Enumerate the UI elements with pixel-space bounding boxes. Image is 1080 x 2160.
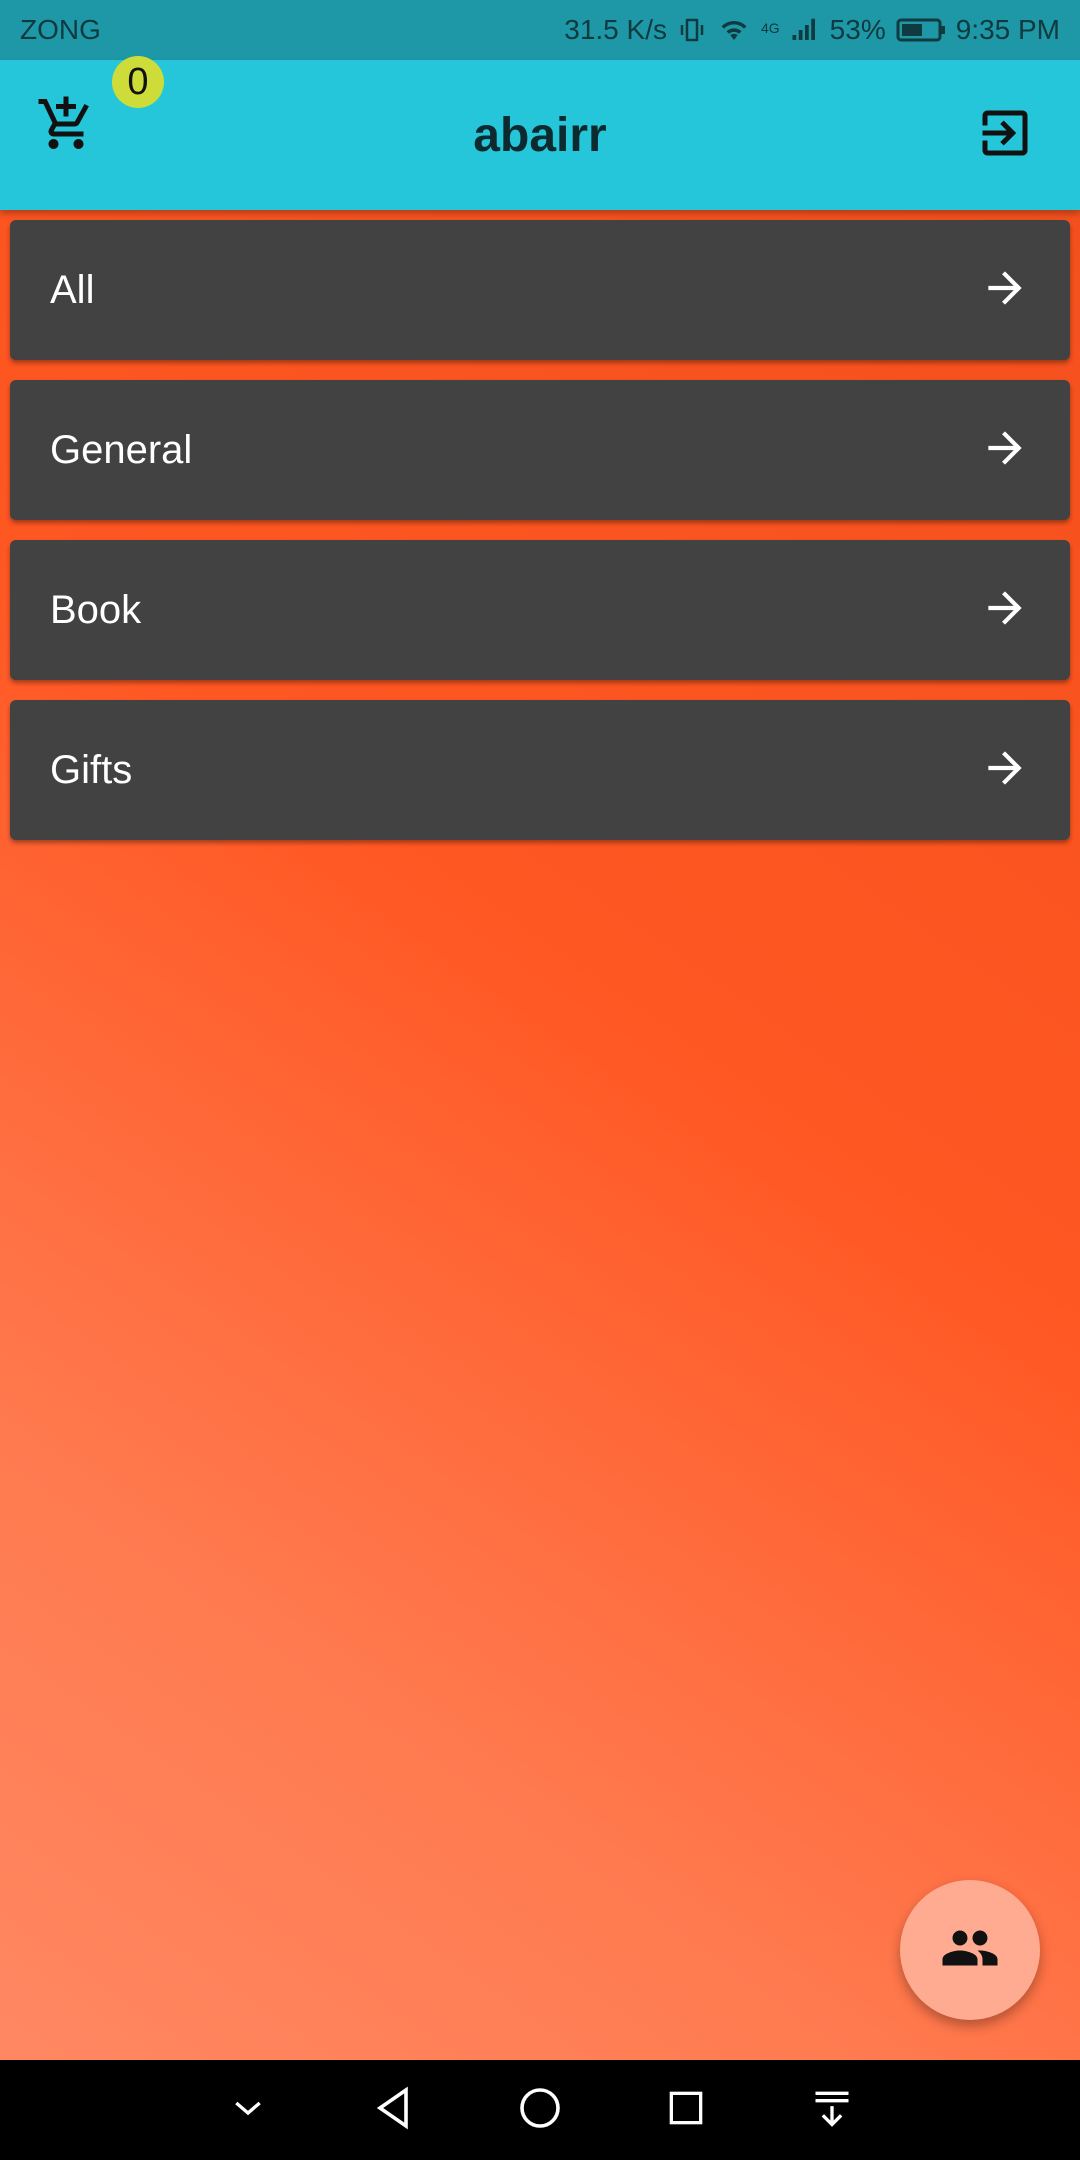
status-icons: 31.5 K/s 4G 53% 9:35 PM <box>564 14 1060 46</box>
people-icon <box>940 1918 1000 1983</box>
page-title: abairr <box>473 108 607 162</box>
notification-pull-button[interactable] <box>802 2080 862 2140</box>
back-icon <box>370 2084 418 2137</box>
back-button[interactable] <box>364 2080 424 2140</box>
network-type: 4G <box>760 20 780 36</box>
home-icon <box>516 2084 564 2137</box>
arrow-right-icon <box>980 583 1030 638</box>
collapse-button[interactable] <box>218 2080 278 2140</box>
category-list: All General Book Gifts <box>10 220 1070 860</box>
arrow-right-icon <box>980 423 1030 478</box>
people-fab-button[interactable] <box>900 1880 1040 2020</box>
category-label: Book <box>50 587 142 632</box>
battery-percent: 53% <box>829 14 886 45</box>
category-label: Gifts <box>50 747 133 792</box>
system-nav-bar <box>0 2060 1080 2160</box>
category-item-book[interactable]: Book <box>10 540 1070 680</box>
logout-button[interactable] <box>970 100 1040 170</box>
category-item-general[interactable]: General <box>10 380 1070 520</box>
recents-icon <box>664 2086 708 2135</box>
vibrate-icon <box>677 15 707 45</box>
signal-icon <box>790 15 820 45</box>
home-button[interactable] <box>510 2080 570 2140</box>
battery-icon <box>896 16 946 44</box>
arrow-right-icon <box>980 263 1030 318</box>
status-bar: ZONG 31.5 K/s 4G 53% 9:35 PM <box>0 0 1080 60</box>
recents-button[interactable] <box>656 2080 716 2140</box>
notification-pull-icon <box>810 2086 854 2135</box>
arrow-right-icon <box>980 743 1030 798</box>
net-speed: 31.5 K/s <box>564 14 667 45</box>
category-item-all[interactable]: All <box>10 220 1070 360</box>
category-label: General <box>50 427 193 472</box>
category-label: All <box>50 267 95 312</box>
wifi-icon <box>717 15 751 45</box>
logout-icon <box>975 103 1035 168</box>
category-item-gifts[interactable]: Gifts <box>10 700 1070 840</box>
collapse-icon <box>228 2088 268 2133</box>
carrier-name: ZONG <box>20 14 101 45</box>
clock-time: 9:35 PM <box>955 14 1060 45</box>
